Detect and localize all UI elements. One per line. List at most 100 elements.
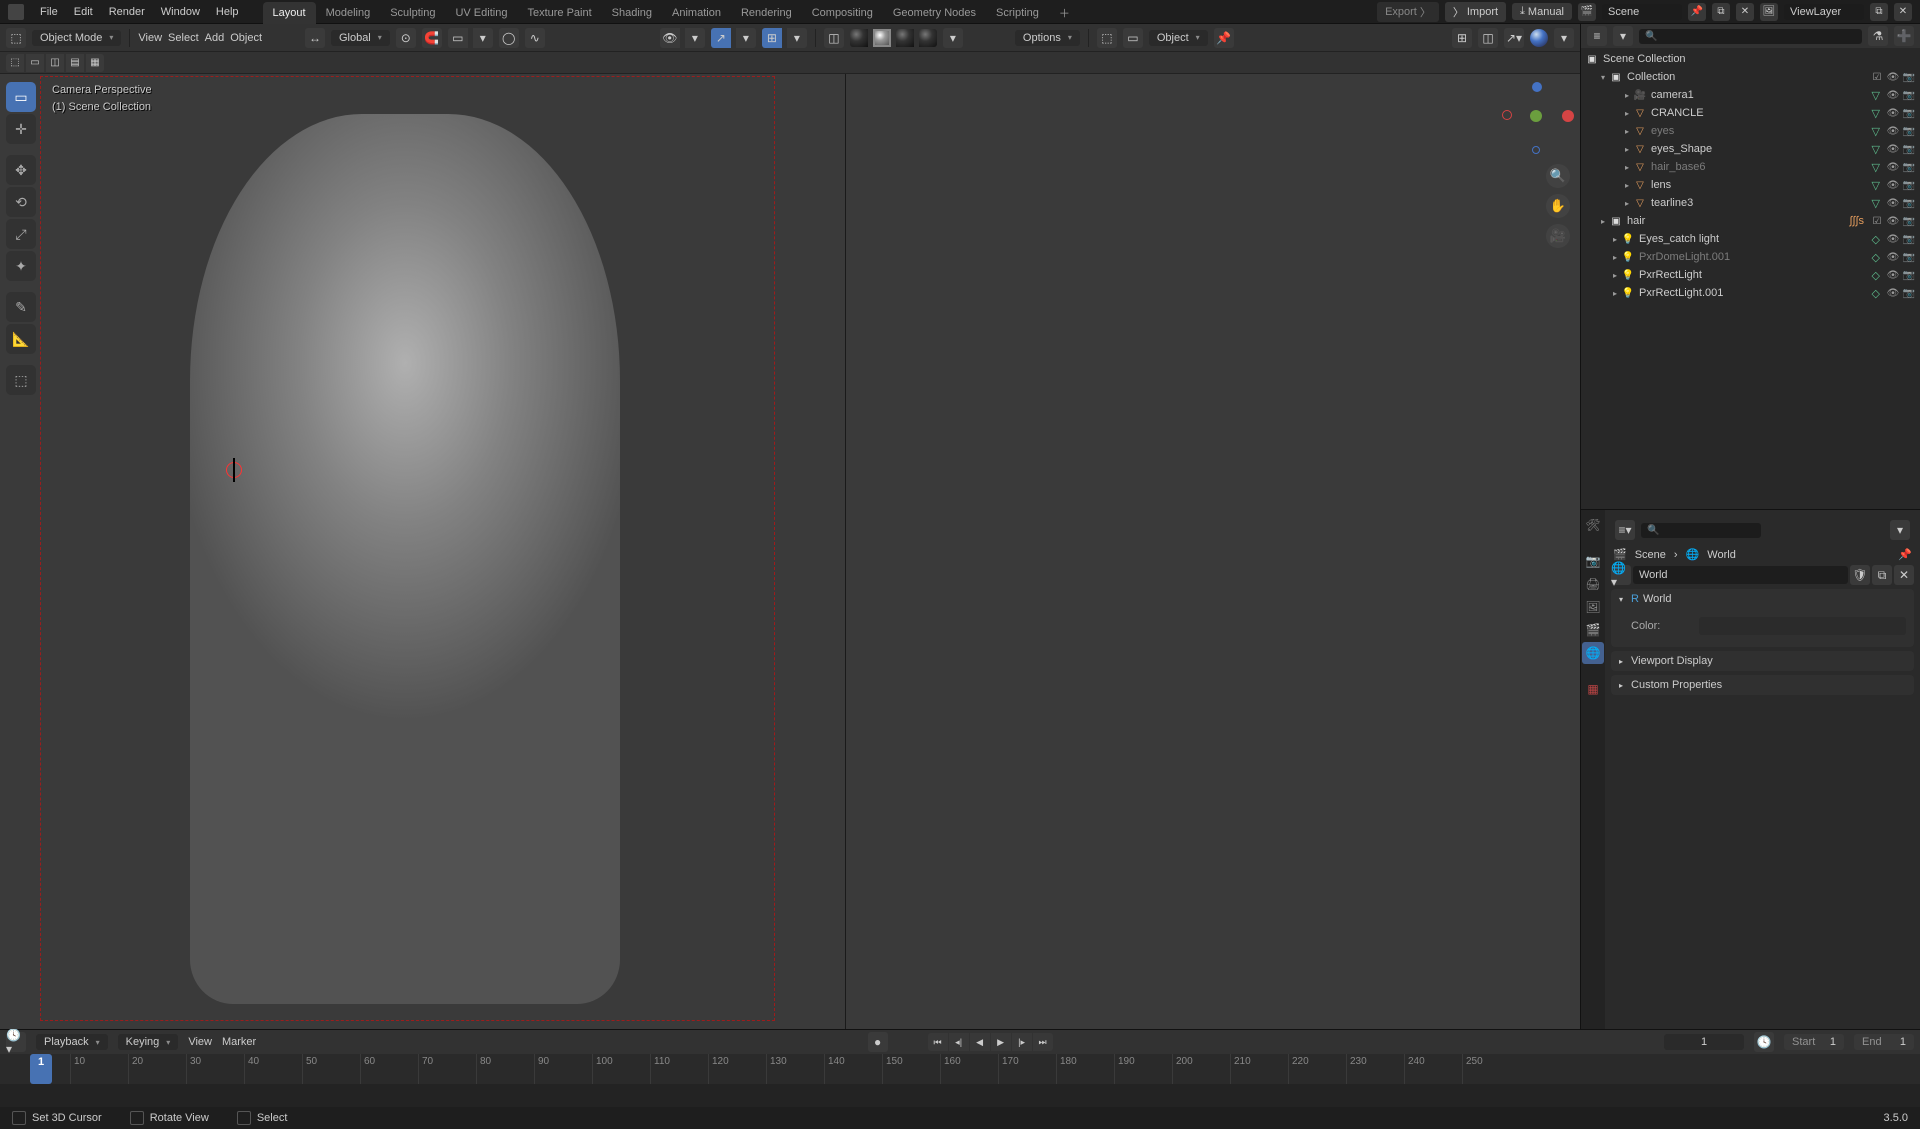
tree-item-lens[interactable]: ▸▽lens▽👁📷 [1581, 176, 1920, 194]
visibility-icon[interactable]: 👁 [660, 28, 680, 48]
tree-item-eyes_Shape[interactable]: ▸▽eyes_Shape▽👁📷 [1581, 140, 1920, 158]
timeline-ruler[interactable]: 1 10203040506070809010011012013014015016… [0, 1054, 1920, 1084]
outliner-filter-icon[interactable]: ⚗ [1868, 26, 1888, 46]
viewport-canvas[interactable]: Camera Perspective (1) Scene Collection … [0, 74, 1580, 1029]
manual-button[interactable]: ⤓ Manual [1512, 3, 1572, 20]
snap-icon[interactable]: 🧲 [422, 28, 442, 48]
workspace-tab-scripting[interactable]: Scripting [986, 2, 1049, 24]
world-fake-user-icon[interactable]: 🛡 [1850, 565, 1870, 585]
breadcrumb-world[interactable]: World [1707, 549, 1736, 561]
editor-type-icon[interactable]: ⬚ [6, 28, 26, 48]
playback-menu[interactable]: Playback [36, 1034, 108, 1050]
render-icon[interactable]: 📷 [1902, 108, 1916, 119]
eye-icon[interactable]: 👁 [1886, 270, 1900, 281]
tree-item-eyes[interactable]: ▸▽eyes▽👁📷 [1581, 122, 1920, 140]
tool-transform[interactable]: ✦ [6, 251, 36, 281]
panel-custom-properties-header[interactable]: Custom Properties [1611, 675, 1914, 695]
disclose-icon[interactable]: ▸ [1609, 271, 1621, 280]
play-reverse-icon[interactable]: ◀ [970, 1033, 990, 1051]
disclose-icon[interactable]: ▾ [1597, 73, 1609, 82]
prop-tab-tool[interactable]: 🛠 [1582, 514, 1604, 536]
tree-item-PxrRectLight.001[interactable]: ▸💡PxrRectLight.001◇👁📷 [1581, 284, 1920, 302]
breadcrumb-scene[interactable]: Scene [1635, 549, 1666, 561]
tree-item-camera1[interactable]: ▸🎥camera1▽👁📷 [1581, 86, 1920, 104]
eye-icon[interactable]: 👁 [1886, 198, 1900, 209]
render-icon[interactable]: 📷 [1902, 90, 1916, 101]
tree-hair[interactable]: ▸ ▣ hair ∫∫∫s ☑👁📷 [1581, 212, 1920, 230]
render-icon[interactable]: 📷 [1902, 126, 1916, 137]
render-icon[interactable]: 📷 [1902, 180, 1916, 191]
workspace-tab-animation[interactable]: Animation [662, 2, 731, 24]
props-editor-icon[interactable]: ≡▾ [1615, 520, 1635, 540]
disclose-icon[interactable]: ▸ [1621, 91, 1633, 100]
exclude-checkbox-icon[interactable]: ☑ [1870, 72, 1884, 83]
import-button[interactable]: 〉Import [1445, 2, 1506, 22]
outliner-display-mode-icon[interactable]: ▾ [1613, 26, 1633, 46]
workspace-tab-layout[interactable]: Layout [263, 2, 316, 24]
disclose-icon[interactable]: ▸ [1609, 253, 1621, 262]
end-frame-field[interactable]: End1 [1854, 1034, 1914, 1050]
render-icon[interactable]: 📷 [1902, 252, 1916, 263]
eye-icon[interactable]: 👁 [1886, 162, 1900, 173]
pan-view-icon[interactable]: ✋ [1546, 194, 1570, 218]
pin-icon[interactable]: 📌 [1214, 28, 1234, 48]
render-icon[interactable]: 📷 [1902, 72, 1916, 83]
color-value-swatch[interactable] [1699, 617, 1906, 635]
prev-key-icon[interactable]: ◂| [949, 1033, 969, 1051]
render-icon[interactable]: 📷 [1902, 162, 1916, 173]
object-menu[interactable]: Object [230, 32, 262, 44]
axis-y-icon[interactable] [1530, 110, 1542, 122]
mode-dropdown[interactable]: Object Mode [32, 30, 121, 46]
select-mode-3[interactable]: ◫ [46, 54, 64, 72]
disclose-icon[interactable]: ▸ [1597, 217, 1609, 226]
orientation-dropdown[interactable]: Global [331, 30, 390, 46]
eye-icon[interactable]: 👁 [1886, 108, 1900, 119]
tool-cursor[interactable]: ✛ [6, 114, 36, 144]
shading-matprev-icon[interactable] [896, 29, 914, 47]
tree-item-CRANCLE[interactable]: ▸▽CRANCLE▽👁📷 [1581, 104, 1920, 122]
tree-item-tearline3[interactable]: ▸▽tearline3▽👁📷 [1581, 194, 1920, 212]
workspace-tab-sculpting[interactable]: Sculpting [380, 2, 445, 24]
zoom-view-icon[interactable]: 🔍 [1546, 164, 1570, 188]
tree-item-PxrRectLight[interactable]: ▸💡PxrRectLight◇👁📷 [1581, 266, 1920, 284]
gizmo-icon[interactable]: ↗ [711, 28, 731, 48]
eye-icon[interactable]: 👁 [1886, 252, 1900, 263]
prop-tab-render[interactable]: 📷 [1582, 550, 1604, 572]
prop-tab-texture[interactable]: ▦ [1582, 678, 1604, 700]
second-editor-type-icon[interactable]: ⬚ [1097, 28, 1117, 48]
eye-icon[interactable]: 👁 [1886, 72, 1900, 83]
eye-icon[interactable]: 👁 [1886, 144, 1900, 155]
viewlayer-browse-icon[interactable]: 🖼 [1760, 3, 1778, 21]
outliner-new-collection-icon[interactable]: ➕ [1894, 26, 1914, 46]
eye-icon[interactable]: 👁 [1886, 126, 1900, 137]
tool-add-primitive[interactable]: ⬚ [6, 365, 36, 395]
disclose-icon[interactable]: ▸ [1621, 163, 1633, 172]
pin-scene-icon[interactable]: 📌 [1688, 3, 1706, 21]
menu-edit[interactable]: Edit [66, 6, 101, 18]
select-mode-1[interactable]: ⬚ [6, 54, 24, 72]
jump-start-icon[interactable]: ⏮ [928, 1033, 948, 1051]
next-key-icon[interactable]: |▸ [1012, 1033, 1032, 1051]
render-icon[interactable]: 📷 [1902, 270, 1916, 281]
proportional-falloff-icon[interactable]: ∿ [525, 28, 545, 48]
snap-second-icon[interactable]: ◫ [1478, 28, 1498, 48]
workspace-tab-modeling[interactable]: Modeling [316, 2, 381, 24]
workspace-tab-texture[interactable]: Texture Paint [517, 2, 601, 24]
viewlayer-name-field[interactable]: ViewLayer [1784, 4, 1864, 20]
render-icon[interactable]: 📷 [1902, 234, 1916, 245]
prop-tab-scene[interactable]: 🎬 [1582, 619, 1604, 641]
shading-solid-icon[interactable] [873, 29, 891, 47]
axis-zneg-icon[interactable] [1532, 146, 1540, 154]
eye-icon[interactable]: 👁 [1886, 234, 1900, 245]
eye-icon[interactable]: 👁 [1886, 288, 1900, 299]
axis-z-icon[interactable] [1532, 82, 1542, 92]
playhead[interactable]: 1 [30, 1054, 52, 1084]
select-mode-4[interactable]: ▤ [66, 54, 84, 72]
shading-dropdown-icon[interactable]: ▾ [943, 28, 963, 48]
second-object-dropdown[interactable]: Object [1149, 30, 1208, 46]
shading-second-icon[interactable] [1530, 29, 1548, 47]
render-icon[interactable]: 📷 [1902, 144, 1916, 155]
play-icon[interactable]: ▶ [991, 1033, 1011, 1051]
scene-browse-icon[interactable]: 🎬 [1578, 3, 1596, 21]
snap-element-icon[interactable]: ▭ [448, 28, 468, 48]
